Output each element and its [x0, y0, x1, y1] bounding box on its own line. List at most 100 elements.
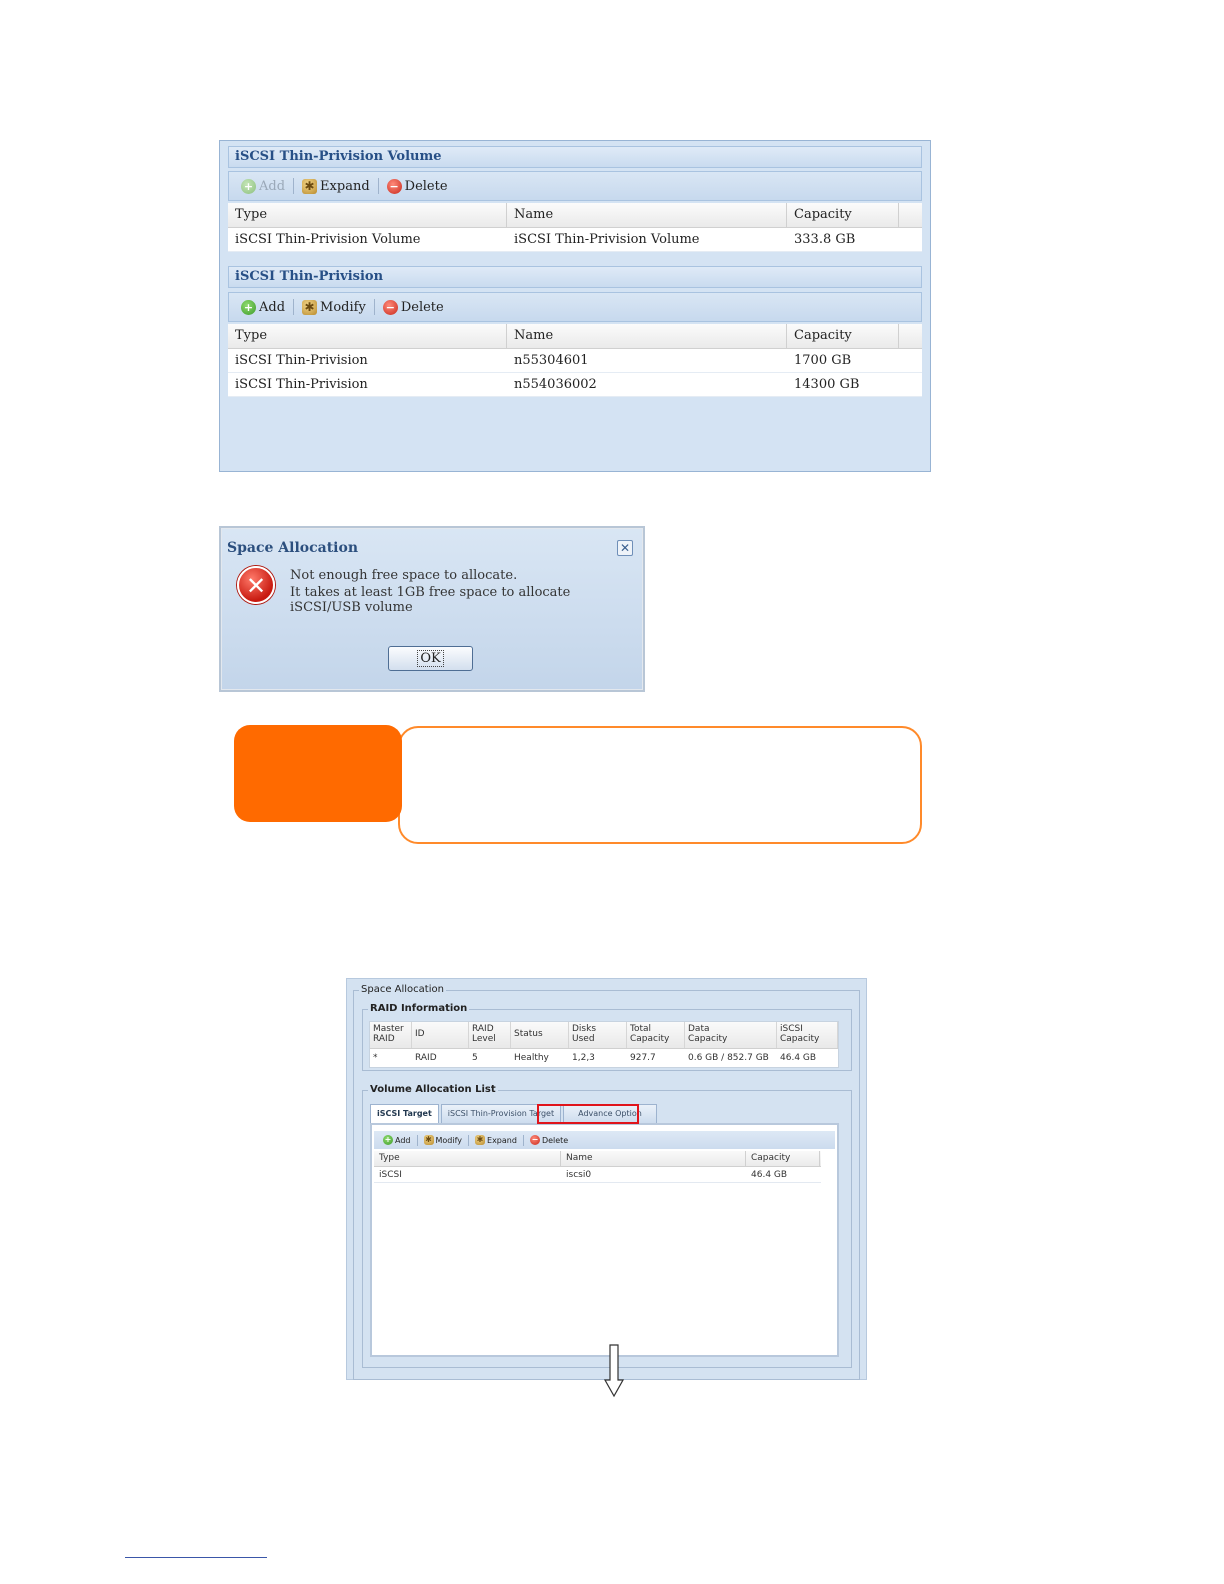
- volume-table: Type Name Capacity iSCSI iscsi0 46.4 GB: [374, 1151, 821, 1183]
- error-icon: ✕: [237, 566, 275, 604]
- volume-expand-button[interactable]: ✱ Expand: [471, 1135, 521, 1145]
- column-header-name[interactable]: Name: [561, 1151, 746, 1166]
- cell-raid-level: 5: [472, 1053, 478, 1063]
- column-header-disks-used[interactable]: Disks Used: [569, 1022, 627, 1048]
- cell-status: Healthy: [514, 1053, 549, 1063]
- gear-icon: ✱: [302, 178, 318, 194]
- column-header-raid-level[interactable]: RAID Level: [469, 1022, 511, 1048]
- column-header-master-raid[interactable]: Master RAID: [370, 1022, 412, 1048]
- cell-total-capacity: 927.7: [630, 1053, 656, 1063]
- cell-master-raid: *: [373, 1053, 378, 1063]
- note-tab: [234, 725, 402, 822]
- cell-name: iscsi0: [566, 1169, 592, 1180]
- space-allocation-error-dialog: Space Allocation ✕ ✕ Not enough free spa…: [219, 526, 645, 692]
- toolbar-separator: [373, 299, 375, 315]
- column-header-name[interactable]: Name: [507, 203, 787, 227]
- cell-capacity: 46.4 GB: [751, 1169, 788, 1180]
- delete-icon: −: [386, 178, 402, 194]
- cell-type: iSCSI Thin-Privision Volume: [235, 232, 421, 247]
- volume-modify-button[interactable]: ✱ Modify: [420, 1135, 467, 1145]
- ok-button[interactable]: OK: [388, 646, 473, 671]
- space-allocation-legend: Space Allocation: [359, 984, 446, 995]
- column-header-type[interactable]: Type: [228, 203, 507, 227]
- toolbar-separator: [416, 1134, 418, 1146]
- add-icon: +: [241, 299, 256, 315]
- volume-add-button[interactable]: + Add: [379, 1135, 415, 1145]
- cell-iscsi-capacity: 46.4 GB: [780, 1053, 817, 1063]
- column-header-capacity[interactable]: Capacity: [787, 324, 899, 348]
- column-header-data-capacity[interactable]: Data Capacity: [685, 1022, 777, 1048]
- dialog-message-line-2: It takes at least 1GB free space to allo…: [290, 585, 571, 615]
- column-header-status[interactable]: Status: [511, 1022, 569, 1048]
- gear-icon: ✱: [302, 299, 318, 315]
- cell-data-capacity: 0.6 GB / 852.7 GB: [688, 1053, 769, 1063]
- cell-type: iSCSI Thin-Privision: [235, 353, 368, 368]
- cell-capacity: 1700 GB: [794, 353, 852, 368]
- toolbar-separator: [377, 178, 379, 194]
- cell-capacity: 333.8 GB: [794, 232, 856, 247]
- close-icon[interactable]: ✕: [617, 540, 633, 556]
- tab-iscsi-target[interactable]: iSCSI Target: [370, 1104, 439, 1123]
- cell-name: n55304601: [514, 353, 589, 368]
- footer-rule: [125, 1557, 267, 1558]
- thin-volume-toolbar: + Add ✱ Expand − Delete: [228, 171, 922, 201]
- column-header-name[interactable]: Name: [507, 324, 787, 348]
- cell-type: iSCSI Thin-Privision: [235, 377, 368, 392]
- cell-name: n554036002: [514, 377, 597, 392]
- gear-icon: ✱: [475, 1135, 486, 1145]
- column-header-iscsi-capacity[interactable]: iSCSI Capacity: [777, 1022, 838, 1048]
- thin-provision-section-title: iSCSI Thin-Privision: [228, 266, 922, 288]
- raid-information-legend: RAID Information: [368, 1003, 470, 1014]
- delete-icon: −: [529, 1135, 540, 1145]
- delete-icon: −: [382, 299, 398, 315]
- table-row[interactable]: * RAID 5 Healthy 1,2,3 927.7 0.6 GB / 85…: [370, 1049, 838, 1067]
- gear-icon: ✱: [423, 1135, 434, 1145]
- table-header: Type Name Capacity: [374, 1151, 821, 1167]
- cell-name: iSCSI Thin-Privision Volume: [514, 232, 700, 247]
- volume-allocation-legend: Volume Allocation List: [368, 1084, 498, 1095]
- column-header-type[interactable]: Type: [374, 1151, 561, 1166]
- thin-provision-table: Type Name Capacity iSCSI Thin-Privision …: [228, 324, 922, 397]
- thin-provision-panel-screenshot: iSCSI Thin-Privision Volume + Add ✱ Expa…: [219, 140, 931, 472]
- cell-capacity: 14300 GB: [794, 377, 860, 392]
- thin-volume-section-title: iSCSI Thin-Privision Volume: [228, 146, 922, 168]
- thin-provision-add-button[interactable]: + Add: [235, 299, 291, 315]
- volume-toolbar: + Add ✱ Modify ✱ Expand − Delete: [374, 1131, 835, 1149]
- thin-provision-modify-button[interactable]: ✱ Modify: [296, 299, 372, 315]
- dialog-message-line-1: Not enough free space to allocate.: [290, 568, 518, 583]
- column-header-total-capacity[interactable]: Total Capacity: [627, 1022, 685, 1048]
- table-header: Type Name Capacity: [228, 203, 922, 228]
- column-header-id[interactable]: ID: [412, 1022, 469, 1048]
- thin-provision-delete-button[interactable]: − Delete: [377, 299, 450, 315]
- down-arrow-icon: [604, 1344, 624, 1398]
- table-header: Master RAID ID RAID Level Status Disks U…: [370, 1022, 838, 1049]
- thin-provision-toolbar: + Add ✱ Modify − Delete: [228, 292, 922, 322]
- thin-volume-expand-button[interactable]: ✱ Expand: [296, 178, 376, 194]
- table-header: Type Name Capacity: [228, 324, 922, 349]
- table-row[interactable]: iSCSI iscsi0 46.4 GB: [374, 1167, 821, 1183]
- volume-panel: + Add ✱ Modify ✱ Expand − Delete Type Na…: [370, 1123, 839, 1357]
- column-header-capacity[interactable]: Capacity: [746, 1151, 820, 1166]
- column-header-capacity[interactable]: Capacity: [787, 203, 899, 227]
- toolbar-separator: [293, 299, 295, 315]
- cell-id: RAID: [415, 1053, 437, 1063]
- table-row[interactable]: iSCSI Thin-Privision n554036002 14300 GB: [228, 373, 922, 397]
- dialog-title: Space Allocation: [227, 540, 359, 556]
- table-row[interactable]: iSCSI Thin-Privision n55304601 1700 GB: [228, 349, 922, 373]
- ok-button-label: OK: [417, 650, 444, 667]
- column-header-filler: [899, 324, 922, 348]
- advance-option-highlight: [537, 1104, 639, 1124]
- thin-volume-delete-button[interactable]: − Delete: [381, 178, 454, 194]
- toolbar-separator: [468, 1134, 470, 1146]
- thin-volume-table: Type Name Capacity iSCSI Thin-Privision …: [228, 203, 922, 252]
- volume-delete-button[interactable]: − Delete: [526, 1135, 572, 1145]
- toolbar-separator: [522, 1134, 524, 1146]
- thin-volume-add-button[interactable]: + Add: [235, 178, 291, 194]
- column-header-filler: [899, 203, 922, 227]
- table-row[interactable]: iSCSI Thin-Privision Volume iSCSI Thin-P…: [228, 228, 922, 252]
- add-icon: +: [241, 178, 256, 194]
- cell-type: iSCSI: [379, 1169, 402, 1180]
- column-header-type[interactable]: Type: [228, 324, 507, 348]
- add-icon: +: [383, 1135, 393, 1145]
- raid-information-table: Master RAID ID RAID Level Status Disks U…: [369, 1021, 839, 1068]
